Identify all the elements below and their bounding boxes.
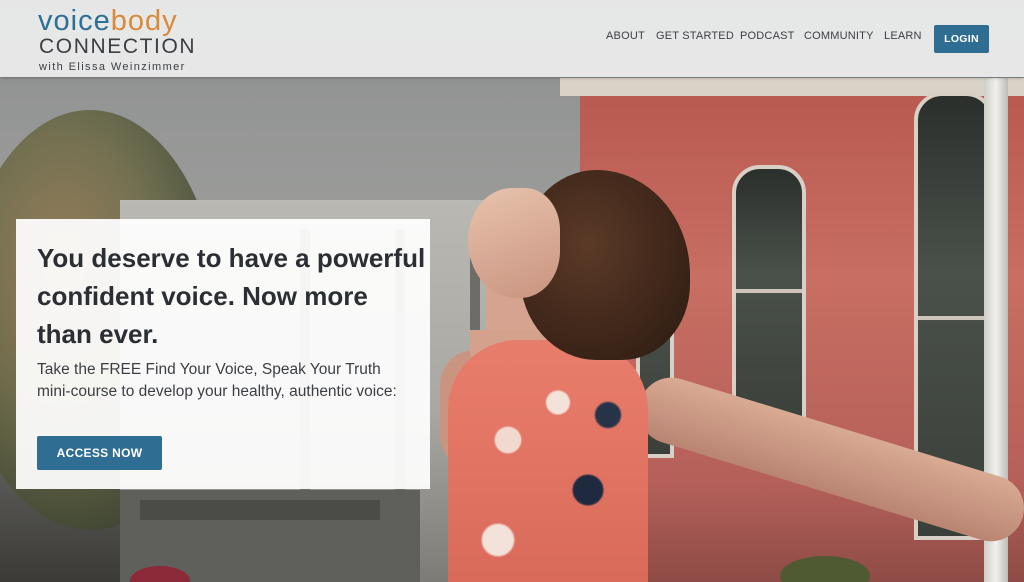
logo-wordmark: voicebody [38, 6, 178, 36]
access-now-button[interactable]: ACCESS NOW [37, 436, 162, 470]
logo-connection: CONNECTION [39, 35, 197, 58]
logo-word-voice: voice [38, 5, 111, 37]
logo-word-body: body [110, 5, 178, 37]
nav-get-started[interactable]: GET STARTED [656, 30, 734, 42]
site-logo[interactable]: voicebody CONNECTION with Elissa Weinzim… [38, 6, 218, 74]
logo-byline: with Elissa Weinzimmer [39, 61, 186, 73]
hero-subtext: Take the FREE Find Your Voice, Speak You… [37, 361, 397, 400]
nav-podcast[interactable]: PODCAST [740, 30, 795, 42]
woman-floral-dress [448, 340, 648, 582]
hero-headline: You deserve to have a powerful confident… [37, 243, 426, 349]
hero-cta-card: You deserve to have a powerful confident… [16, 219, 430, 489]
nav-community[interactable]: COMMUNITY [804, 30, 874, 42]
woman-face [468, 188, 560, 298]
nav-about[interactable]: ABOUT [606, 30, 645, 42]
street-roofline [140, 500, 380, 520]
nav-learn[interactable]: LEARN [884, 30, 922, 42]
login-button[interactable]: LOGIN [934, 25, 989, 53]
site-header: voicebody CONNECTION with Elissa Weinzim… [0, 0, 1024, 77]
